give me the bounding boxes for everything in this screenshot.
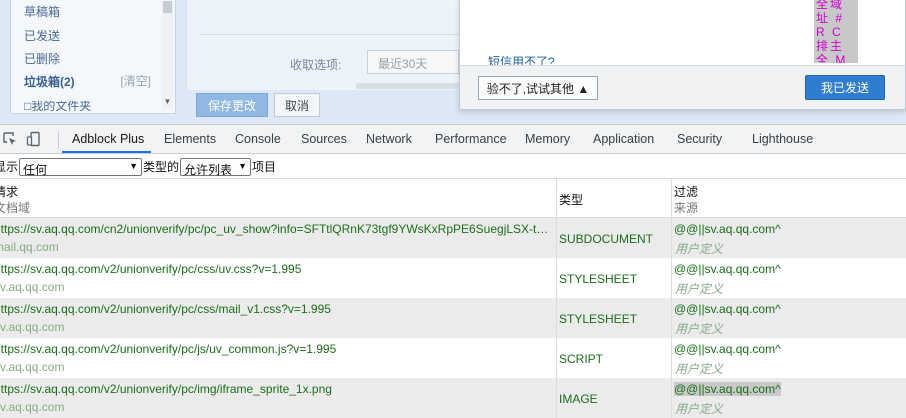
device-toolbar-icon[interactable] bbox=[26, 131, 42, 147]
folder-deleted[interactable]: 已删除 bbox=[24, 50, 60, 67]
col-request[interactable]: 请求 bbox=[0, 183, 18, 200]
tab-security[interactable]: Security bbox=[677, 132, 722, 146]
matched-filter: @@||sv.aq.qq.com^ bbox=[674, 222, 781, 236]
folder-drafts[interactable]: 草稿箱 bbox=[24, 3, 60, 20]
document-domain: sv.aq.qq.com bbox=[0, 280, 65, 294]
injected-text-box: 全域址 # R C 排主全 M w 址 规 bbox=[814, 0, 858, 63]
type-filter-value: 允许列表 bbox=[184, 163, 233, 177]
request-type: SCRIPT bbox=[559, 352, 604, 366]
folder-mine-label: 我的文件夹 bbox=[31, 101, 92, 111]
caret-up-icon: ▲ bbox=[577, 81, 590, 96]
request-url: https://sv.aq.qq.com/v2/unionverify/pc/j… bbox=[0, 342, 337, 356]
receive-option-label: 收取选项: bbox=[290, 58, 342, 72]
folder-list: 草稿箱 已发送 已删除 垃圾箱(2) [清空] □我的文件夹 ▼ bbox=[10, 0, 176, 114]
save-changes-button[interactable]: 保存更改 bbox=[196, 93, 268, 117]
tab-memory[interactable]: Memory bbox=[525, 132, 570, 146]
chevron-down-icon: ▼ bbox=[129, 161, 138, 171]
clear-spam-link[interactable]: [清空] bbox=[120, 72, 151, 89]
document-domain: sv.aq.qq.com bbox=[0, 360, 65, 374]
col-type[interactable]: 类型 bbox=[559, 191, 583, 208]
toolbar-divider bbox=[58, 131, 59, 148]
scroll-down-icon[interactable]: ▼ bbox=[163, 97, 172, 107]
folder-spam[interactable]: 垃圾箱(2) bbox=[24, 73, 75, 90]
devtools-panel: Adblock Plus Elements Console Sources Ne… bbox=[0, 124, 906, 418]
matched-filter: @@||sv.aq.qq.com^ bbox=[674, 382, 781, 396]
folder-mine[interactable]: □我的文件夹 bbox=[24, 101, 91, 111]
tab-elements[interactable]: Elements bbox=[164, 132, 216, 146]
selected-filter-text: @@||sv.aq.qq.com^ bbox=[674, 382, 781, 396]
request-type: STYLESHEET bbox=[559, 272, 638, 286]
tab-console[interactable]: Console bbox=[235, 132, 281, 146]
filter-source: 用户定义 bbox=[675, 322, 724, 336]
tab-lighthouse[interactable]: Lighthouse bbox=[752, 132, 813, 146]
document-domain: sv.aq.qq.com bbox=[0, 400, 65, 414]
matched-filter: @@||sv.aq.qq.com^ bbox=[674, 262, 781, 276]
folder-sent[interactable]: 已发送 bbox=[24, 27, 60, 44]
col-document-domain[interactable]: 文档域 bbox=[0, 199, 30, 216]
item-filter-value: 任何 bbox=[23, 163, 48, 177]
try-other-button[interactable]: 验不了,试试其他 ▲ bbox=[478, 76, 598, 100]
chevron-down-icon: ▼ bbox=[238, 161, 247, 171]
tab-performance[interactable]: Performance bbox=[435, 132, 507, 146]
request-url: https://sv.aq.qq.com/v2/unionverify/pc/c… bbox=[0, 302, 331, 316]
type-filter-select[interactable]: 允许列表 ▼ bbox=[180, 158, 251, 177]
matched-filter: @@||sv.aq.qq.com^ bbox=[674, 302, 781, 316]
devtools-tabbar: Adblock Plus Elements Console Sources Ne… bbox=[0, 125, 906, 154]
filter-source: 用户定义 bbox=[675, 362, 724, 376]
matched-filter: @@||sv.aq.qq.com^ bbox=[674, 342, 781, 356]
table-row[interactable]: https://sv.aq.qq.com/v2/unionverify/pc/c… bbox=[0, 298, 906, 338]
divider bbox=[200, 34, 460, 35]
request-type: STYLESHEET bbox=[559, 312, 638, 326]
table-row[interactable]: https://sv.aq.qq.com/v2/unionverify/pc/c… bbox=[0, 258, 906, 298]
filter-source: 用户定义 bbox=[675, 402, 724, 416]
item-label: 项目 bbox=[252, 160, 277, 174]
mail-page: 草稿箱 已发送 已删除 垃圾箱(2) [清空] □我的文件夹 ▼ 收取选项: 最… bbox=[0, 0, 906, 124]
receive-option-select[interactable]: 最近30天 bbox=[367, 50, 459, 74]
sms-verify-dialog: 全域址 # R C 排主全 M w 址 规 短信用不了? 验不了,试试其他 ▲ … bbox=[459, 0, 906, 110]
request-type: SUBDOCUMENT bbox=[559, 232, 654, 246]
filter-bar: 显示 任何 ▼ 类型的 允许列表 ▼ 项目 bbox=[0, 156, 906, 180]
tab-network[interactable]: Network bbox=[366, 132, 412, 146]
document-domain: sv.aq.qq.com bbox=[0, 320, 65, 334]
request-url: https://sv.aq.qq.com/v2/unionverify/pc/i… bbox=[0, 382, 332, 396]
dialog-footer: 验不了,试试其他 ▲ 我已发送 bbox=[460, 65, 905, 109]
table-row[interactable]: https://sv.aq.qq.com/v2/unionverify/pc/i… bbox=[0, 378, 906, 418]
tab-adblock-plus[interactable]: Adblock Plus bbox=[72, 132, 144, 146]
inspect-element-icon[interactable] bbox=[2, 131, 18, 147]
faded-text bbox=[356, 83, 460, 89]
settings-panel bbox=[186, 0, 460, 90]
try-other-label: 验不了,试试其他 bbox=[486, 81, 575, 96]
cancel-button[interactable]: 取消 bbox=[274, 93, 320, 117]
type-label: 类型的 bbox=[143, 160, 180, 174]
column-divider[interactable] bbox=[556, 178, 557, 418]
col-filter[interactable]: 过滤 bbox=[674, 183, 698, 200]
request-type: IMAGE bbox=[559, 392, 598, 406]
request-url: https://sv.aq.qq.com/cn2/unionverify/pc/… bbox=[0, 222, 550, 236]
document-domain: mail.qq.com bbox=[0, 240, 59, 254]
column-divider[interactable] bbox=[671, 178, 672, 418]
tab-application[interactable]: Application bbox=[593, 132, 654, 146]
tab-sources[interactable]: Sources bbox=[301, 132, 347, 146]
folder-scrollbar[interactable]: ▼ bbox=[162, 1, 173, 109]
filter-source: 用户定义 bbox=[675, 242, 724, 256]
sent-button[interactable]: 我已发送 bbox=[805, 75, 885, 100]
active-tab-indicator bbox=[62, 151, 151, 153]
show-label: 显示 bbox=[0, 160, 19, 174]
scrollbar-thumb[interactable] bbox=[163, 1, 172, 13]
item-filter-select[interactable]: 任何 ▼ bbox=[19, 158, 142, 177]
request-url: https://sv.aq.qq.com/v2/unionverify/pc/c… bbox=[0, 262, 302, 276]
table-row[interactable]: https://sv.aq.qq.com/cn2/unionverify/pc/… bbox=[0, 218, 906, 258]
col-source[interactable]: 来源 bbox=[674, 199, 698, 216]
filter-source: 用户定义 bbox=[675, 282, 724, 296]
table-row[interactable]: https://sv.aq.qq.com/v2/unionverify/pc/j… bbox=[0, 338, 906, 378]
table-header: 请求 文档域 类型 过滤 来源 bbox=[0, 178, 906, 218]
